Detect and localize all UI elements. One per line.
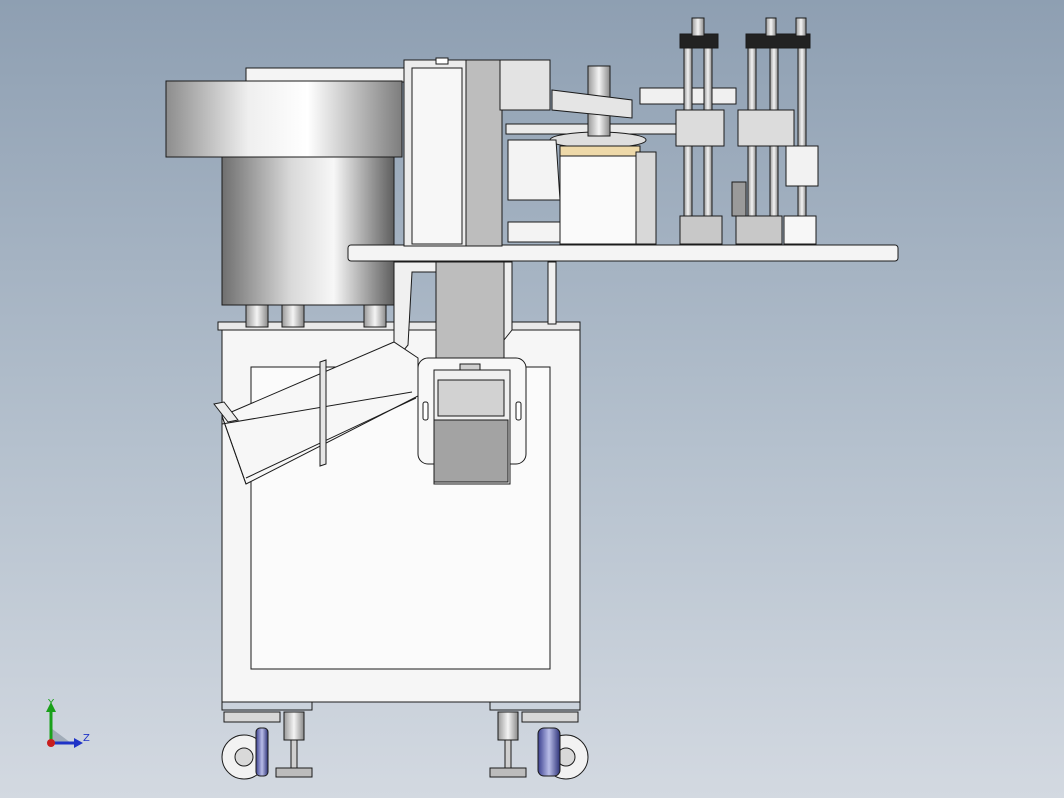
machine-model[interactable] (0, 0, 1064, 798)
axis-triad-icon (46, 702, 83, 748)
vertical-press-cylinders[interactable] (675, 17, 819, 245)
cad-viewport[interactable]: Y Z (0, 0, 1064, 798)
leveling-feet[interactable] (275, 711, 527, 778)
axis-y-label: Y (48, 698, 55, 709)
receiving-hopper[interactable] (417, 357, 527, 485)
top-mounting-plate[interactable] (347, 244, 899, 262)
vibratory-bowl-feeder[interactable] (165, 67, 405, 328)
axis-z-label: Z (83, 733, 90, 744)
coordinate-triad: Y Z (34, 698, 104, 758)
